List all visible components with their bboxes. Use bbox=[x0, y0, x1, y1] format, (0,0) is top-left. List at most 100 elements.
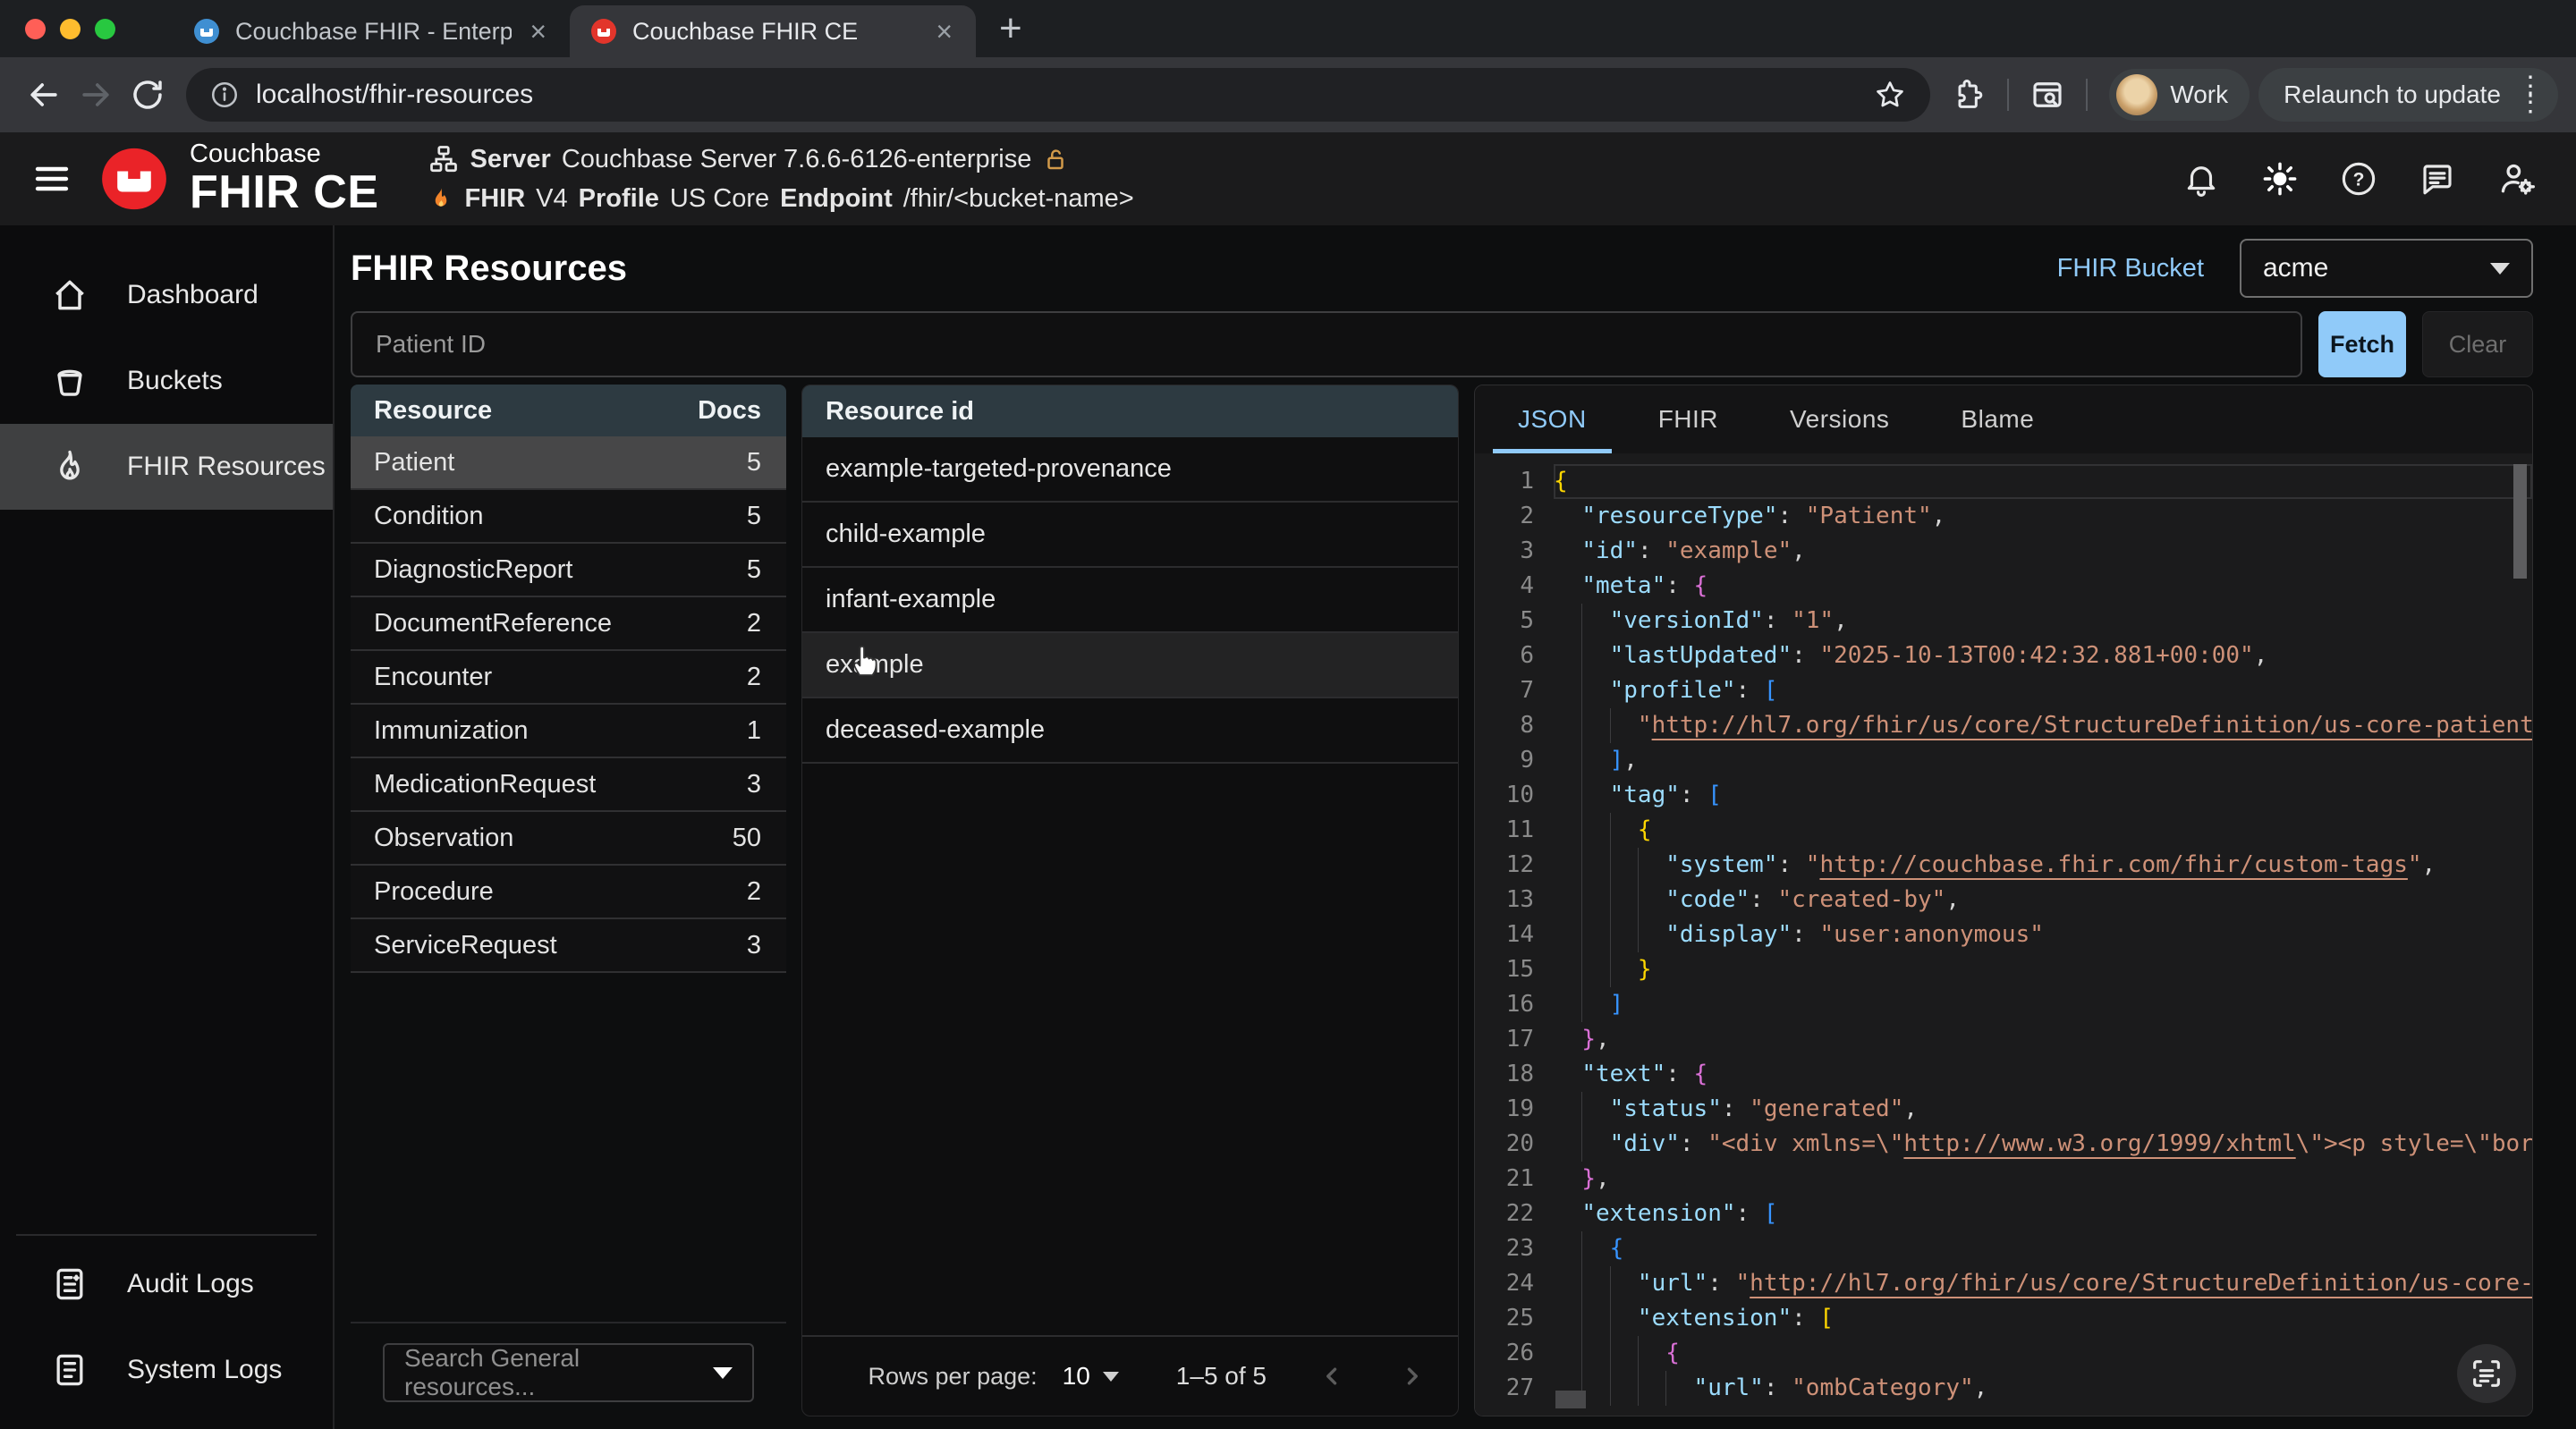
code-line: 25 "extension": [ bbox=[1475, 1301, 2532, 1336]
code-line: 19 "status": "generated", bbox=[1475, 1092, 2532, 1127]
clear-button[interactable]: Clear bbox=[2422, 311, 2533, 377]
tab-fhir[interactable]: FHIR bbox=[1623, 385, 1754, 453]
close-window-button[interactable] bbox=[25, 19, 46, 39]
sidebar-item-label: System Logs bbox=[127, 1355, 282, 1385]
next-page-button[interactable] bbox=[1397, 1361, 1428, 1391]
list-item-resource-id[interactable]: deceased-example bbox=[802, 698, 1458, 764]
table-row[interactable]: Encounter2 bbox=[351, 651, 786, 705]
code-line: 15 } bbox=[1475, 952, 2532, 987]
back-button[interactable] bbox=[18, 69, 70, 121]
page-title: FHIR Resources bbox=[351, 249, 627, 289]
table-row[interactable]: DiagnosticReport5 bbox=[351, 544, 786, 597]
sidebar-item-dashboard[interactable]: Dashboard bbox=[0, 252, 333, 338]
tab-versions[interactable]: Versions bbox=[1754, 385, 1925, 453]
app-header: Couchbase FHIR CE Server Couchbase Serve… bbox=[0, 132, 2576, 225]
profile-label: Profile bbox=[579, 184, 659, 214]
hamburger-menu-icon[interactable] bbox=[30, 157, 73, 200]
resource-table-header: Resource Docs bbox=[351, 385, 786, 436]
list-item-resource-id[interactable]: example bbox=[802, 633, 1458, 698]
json-code-editor[interactable]: 1{2 "resourceType": "Patient",3 "id": "e… bbox=[1475, 453, 2532, 1416]
horizontal-scrollbar-thumb[interactable] bbox=[1555, 1391, 1586, 1408]
bucket-select-value: acme bbox=[2263, 253, 2328, 283]
table-row[interactable]: MedicationRequest3 bbox=[351, 758, 786, 812]
table-row[interactable]: Procedure2 bbox=[351, 866, 786, 919]
patient-id-input[interactable] bbox=[351, 311, 2302, 377]
url-text: localhost/fhir-resources bbox=[256, 80, 1857, 110]
tab-favicon-red bbox=[589, 17, 618, 46]
profile-name: Work bbox=[2170, 80, 2228, 109]
fetch-button[interactable]: Fetch bbox=[2318, 311, 2406, 377]
tab-blame[interactable]: Blame bbox=[1925, 385, 2070, 453]
resource-docs: 3 bbox=[747, 931, 786, 960]
reload-button[interactable] bbox=[122, 69, 174, 121]
tab-search-button[interactable] bbox=[2021, 69, 2073, 121]
table-row[interactable]: Condition5 bbox=[351, 490, 786, 544]
chevron-left-icon bbox=[1317, 1361, 1347, 1391]
table-row[interactable]: Observation50 bbox=[351, 812, 786, 866]
feedback-chat-icon[interactable] bbox=[2419, 160, 2456, 198]
resource-docs: 2 bbox=[747, 663, 786, 692]
reload-icon bbox=[129, 76, 166, 114]
sidebar-item-system-logs[interactable]: System Logs bbox=[0, 1327, 333, 1413]
chevron-right-icon bbox=[1397, 1361, 1428, 1391]
resource-id-panel: Resource id example-targeted-provenancec… bbox=[801, 385, 1459, 1416]
bucket-select[interactable]: acme bbox=[2240, 239, 2533, 298]
bookmark-star-icon[interactable] bbox=[1873, 78, 1907, 112]
close-tab-icon[interactable]: × bbox=[526, 17, 550, 46]
tab-title: Couchbase FHIR - Enterprise bbox=[235, 18, 512, 46]
forward-button[interactable] bbox=[70, 69, 122, 121]
previous-page-button[interactable] bbox=[1317, 1361, 1347, 1391]
table-row[interactable]: ServiceRequest3 bbox=[351, 919, 786, 973]
site-info-icon[interactable] bbox=[209, 80, 240, 110]
content-columns: Resource Docs Patient5Condition5Diagnost… bbox=[351, 385, 2533, 1416]
resource-table: Resource Docs Patient5Condition5Diagnost… bbox=[351, 385, 786, 973]
toolbar-separator bbox=[2007, 79, 2009, 111]
sidebar-item-label: Dashboard bbox=[127, 280, 258, 310]
browser-tab-enterprise[interactable]: Couchbase FHIR - Enterprise × bbox=[173, 5, 570, 57]
resource-docs: 1 bbox=[747, 716, 786, 746]
help-icon[interactable]: ? bbox=[2340, 160, 2377, 198]
general-resources-select[interactable]: Search General resources... bbox=[383, 1343, 754, 1402]
window-controls bbox=[25, 19, 115, 39]
sidebar-item-audit-logs[interactable]: Audit Logs bbox=[0, 1241, 333, 1327]
fire-icon bbox=[428, 182, 454, 215]
user-settings-icon[interactable] bbox=[2497, 159, 2537, 199]
extensions-button[interactable] bbox=[1943, 69, 1995, 121]
browser-tab-fhir-ce[interactable]: Couchbase FHIR CE × bbox=[570, 5, 976, 57]
list-item-resource-id[interactable]: infant-example bbox=[802, 568, 1458, 633]
sidebar-item-buckets[interactable]: Buckets bbox=[0, 338, 333, 424]
endpoint-value: /fhir/<bucket-name> bbox=[903, 184, 1134, 214]
sidebar-item-label: Audit Logs bbox=[127, 1269, 254, 1299]
close-tab-icon[interactable]: × bbox=[932, 17, 956, 46]
server-label: Server bbox=[470, 145, 551, 174]
fhir-value: V4 bbox=[536, 184, 567, 214]
pagination-range: 1–5 of 5 bbox=[1176, 1362, 1267, 1391]
theme-sun-icon[interactable] bbox=[2261, 160, 2299, 198]
screen-reader-hint-button[interactable] bbox=[2457, 1344, 2516, 1403]
resource-docs: 5 bbox=[747, 448, 786, 478]
url-bar[interactable]: localhost/fhir-resources bbox=[186, 68, 1930, 122]
title-row: FHIR Resources FHIR Bucket acme bbox=[351, 225, 2533, 311]
profile-value: US Core bbox=[670, 184, 769, 214]
vertical-scrollbar-thumb[interactable] bbox=[2513, 464, 2527, 579]
table-row[interactable]: Immunization1 bbox=[351, 705, 786, 758]
rows-per-page-select[interactable]: 10 bbox=[1063, 1362, 1119, 1391]
notifications-bell-icon[interactable] bbox=[2182, 160, 2220, 198]
table-row[interactable]: Patient5 bbox=[351, 436, 786, 490]
chevron-down-icon bbox=[713, 1367, 733, 1379]
list-item-resource-id[interactable]: child-example bbox=[802, 503, 1458, 568]
code-line: 10 "tag": [ bbox=[1475, 778, 2532, 813]
new-tab-button[interactable]: + bbox=[976, 6, 1046, 51]
profile-chip[interactable]: Work bbox=[2109, 69, 2250, 121]
brand-text: Couchbase FHIR CE bbox=[190, 140, 379, 216]
zoom-window-button[interactable] bbox=[95, 19, 115, 39]
browser-menu-icon[interactable]: ⋮⋮ bbox=[2517, 79, 2544, 111]
list-item-resource-id[interactable]: example-targeted-provenance bbox=[802, 437, 1458, 503]
table-row[interactable]: DocumentReference2 bbox=[351, 597, 786, 651]
minimize-window-button[interactable] bbox=[60, 19, 80, 39]
tab-json[interactable]: JSON bbox=[1482, 385, 1623, 453]
code-line: 6 "lastUpdated": "2025-10-13T00:42:32.88… bbox=[1475, 638, 2532, 673]
relaunch-to-update-button[interactable]: Relaunch to update ⋮⋮ bbox=[2258, 68, 2558, 122]
sidebar-item-fhir-resources[interactable]: FHIR Resources bbox=[0, 424, 333, 510]
resource-docs: 5 bbox=[747, 555, 786, 585]
